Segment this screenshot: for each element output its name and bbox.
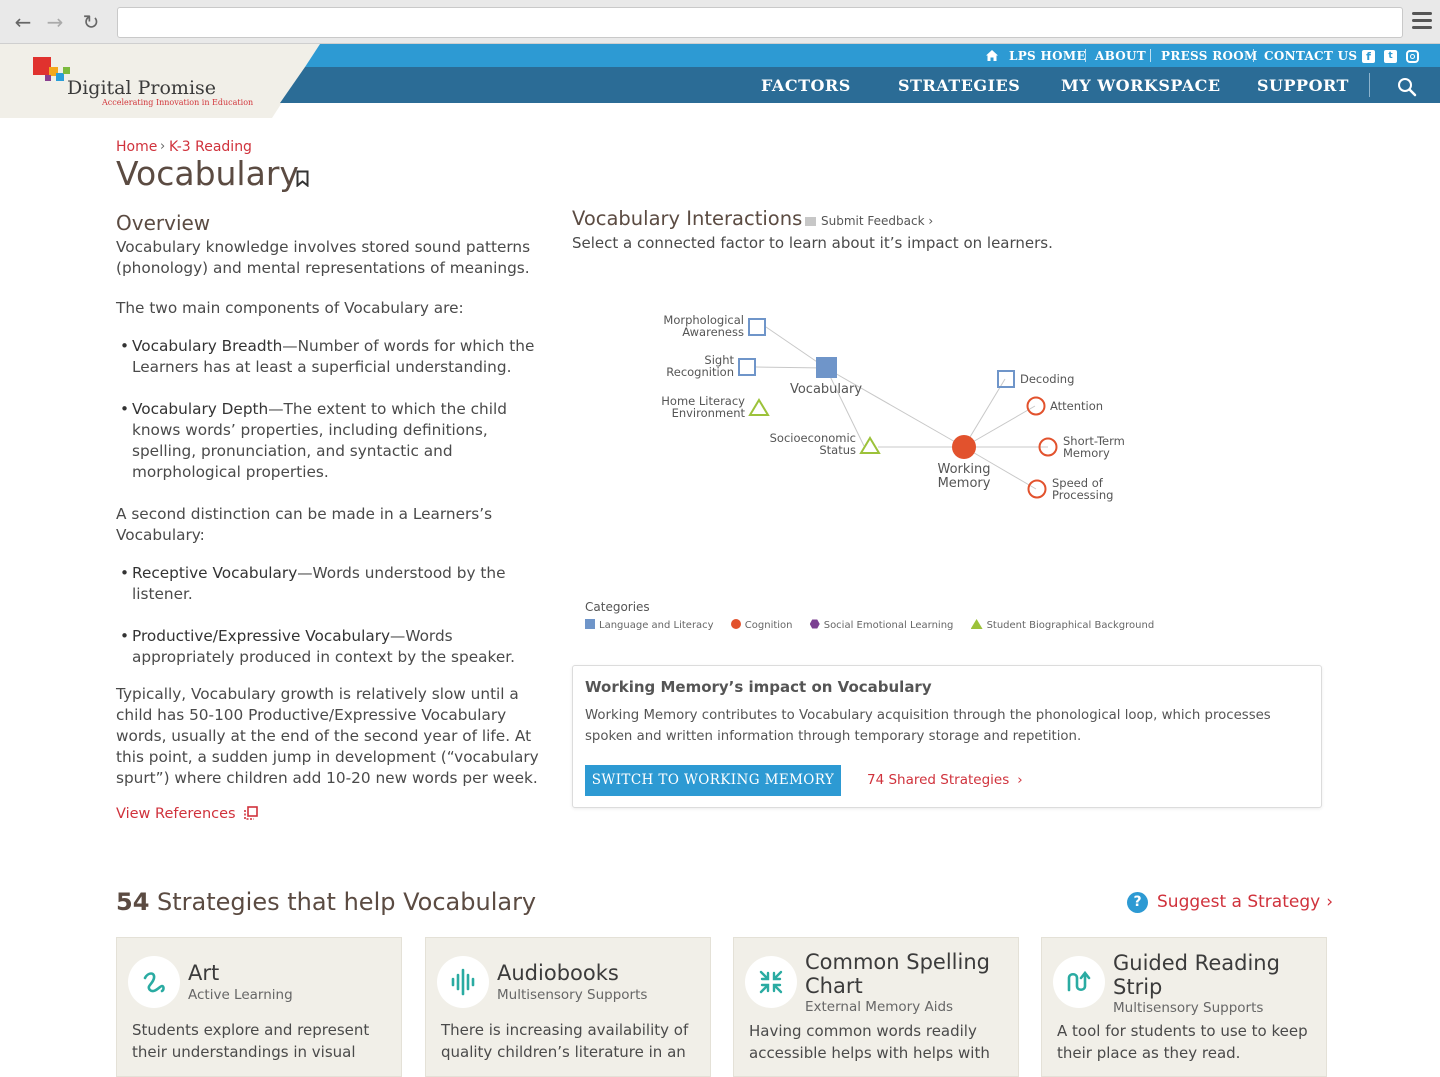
circle-icon <box>730 619 741 629</box>
strategies-heading: 54 Strategies that help Vocabulary <box>116 888 537 916</box>
legend-item: Language and Literacy <box>585 619 714 631</box>
legend-item: Social Emotional Learning <box>809 619 953 631</box>
node-morphological-awareness[interactable] <box>748 318 766 336</box>
shared-strategies-link[interactable]: 74 Shared Strategies › <box>867 772 1023 788</box>
strategy-card-common-spelling-chart[interactable]: Common Spelling Chart External Memory Aid… <box>733 937 1019 1077</box>
hexagon-icon <box>809 619 820 629</box>
legend-item: Student Biographical Background <box>970 619 1154 631</box>
card-title: Common Spelling Chart <box>805 950 990 998</box>
chevron-right-icon: › <box>1017 772 1023 788</box>
chevron-right-icon: › <box>1326 892 1334 912</box>
card-subtitle: Multisensory Supports <box>1113 1000 1264 1016</box>
card-title: Audiobooks <box>497 961 619 985</box>
node-label: Recognition <box>666 365 734 379</box>
node-sight-recognition[interactable] <box>738 358 756 376</box>
card-description: There is increasing availability of qual… <box>441 1021 689 1061</box>
help-icon: ? <box>1127 892 1148 913</box>
impact-panel: Working Memory’s impact on Vocabulary Wo… <box>572 665 1322 808</box>
strategy-card-art[interactable]: Art Active Learning Students explore and… <box>116 937 402 1077</box>
node-label: Awareness <box>682 325 744 339</box>
audio-waveform-icon <box>437 956 489 1008</box>
node-working-memory[interactable] <box>952 435 976 459</box>
switch-to-working-memory-button[interactable]: SWITCH TO WORKING MEMORY <box>585 765 841 796</box>
list-item: Productive/Expressive Vocabulary—Words a… <box>116 626 541 668</box>
impact-body: Working Memory contributes to Vocabulary… <box>585 708 1271 744</box>
references-icon <box>244 806 259 820</box>
node-label: Environment <box>672 406 746 420</box>
art-icon <box>128 956 180 1008</box>
square-icon <box>585 619 595 629</box>
node-label: Attention <box>1050 399 1103 413</box>
node-label: Memory <box>1063 446 1110 460</box>
node-label: Processing <box>1052 488 1113 502</box>
impact-title: Working Memory’s impact on Vocabulary <box>585 678 932 696</box>
card-subtitle: External Memory Aids <box>805 999 954 1015</box>
card-subtitle: Multisensory Supports <box>497 987 648 1003</box>
strategy-card-guided-reading-strip[interactable]: Guided Reading Strip Multisensory Support… <box>1041 937 1327 1077</box>
card-description: Students explore and represent their und… <box>132 1021 370 1061</box>
triangle-icon <box>970 619 983 629</box>
overview-closing: Typically, Vocabulary growth is relative… <box>116 685 539 787</box>
card-description: A tool for students to use to keep their… <box>1057 1022 1308 1062</box>
categories-label: Categories <box>585 600 650 614</box>
card-title: Guided Reading Strip <box>1113 951 1280 999</box>
strategy-card-audiobooks[interactable]: Audiobooks Multisensory Supports There i… <box>425 937 711 1077</box>
legend-item: Cognition <box>730 619 793 631</box>
node-attention[interactable] <box>1026 396 1046 416</box>
node-decoding[interactable] <box>997 370 1015 388</box>
node-speed-of-processing[interactable] <box>1027 479 1047 499</box>
node-vocabulary[interactable] <box>816 357 837 378</box>
compress-arrows-icon <box>745 956 797 1008</box>
node-label: Memory <box>938 476 991 491</box>
node-label: Working <box>937 462 990 477</box>
categories-legend: Language and Literacy Cognition Social E… <box>585 619 1168 631</box>
card-description: Having common words readily accessible h… <box>749 1022 990 1062</box>
node-label: Decoding <box>1020 372 1074 386</box>
node-home-literacy[interactable] <box>748 398 770 416</box>
reading-strip-icon <box>1053 956 1105 1008</box>
suggest-strategy-link[interactable]: ? Suggest a Strategy › <box>1127 892 1333 913</box>
card-subtitle: Active Learning <box>188 987 293 1003</box>
view-references-link[interactable]: View References <box>116 804 259 825</box>
factor-network-graph: Morphological Awareness Sight Recognitio… <box>661 313 1125 502</box>
node-label: Vocabulary <box>790 382 862 397</box>
node-label: Status <box>819 443 856 457</box>
card-title: Art <box>188 961 220 985</box>
